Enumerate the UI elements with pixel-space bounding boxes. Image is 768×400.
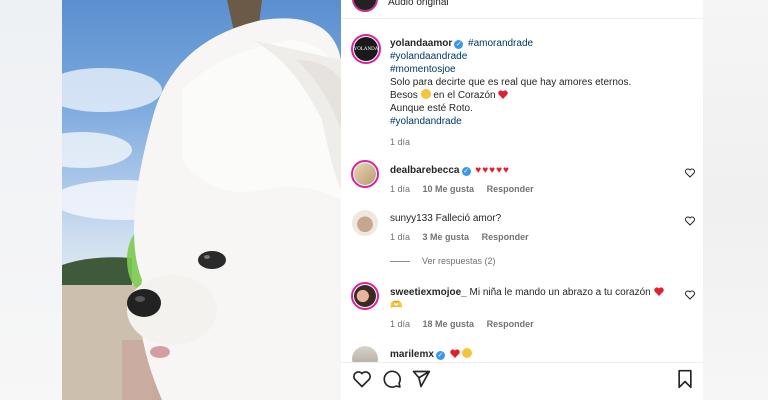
avatar-logo-text: YOLANDA xyxy=(353,46,379,52)
blurred-background-left xyxy=(0,0,62,400)
comment-item: marilemx ✓ xyxy=(390,348,680,361)
view-replies-button[interactable]: Ver respuestas (2) xyxy=(390,256,496,266)
comment-likes[interactable]: 3 Me gusta xyxy=(423,232,470,242)
reply-button[interactable]: Responder xyxy=(487,319,534,329)
comment-username[interactable]: marilemx xyxy=(390,349,434,360)
caption-line-1: Solo para decirte que es real que hay am… xyxy=(390,77,632,88)
divider-line xyxy=(390,260,410,262)
comment-avatar[interactable] xyxy=(351,160,379,188)
comment-item: dealbarebecca ✓ ♥♥♥♥♥ 1 día 10 Me gusta R… xyxy=(390,164,680,194)
hashtag-amorandrade[interactable]: #amorandrade xyxy=(468,38,533,49)
kiss-emoji-icon xyxy=(420,89,431,99)
red-heart-icon xyxy=(449,349,460,358)
audio-label[interactable]: Audio original xyxy=(388,0,449,8)
comment-likes[interactable]: 18 Me gusta xyxy=(423,319,475,329)
comment-text: Falleció amor? xyxy=(435,213,502,224)
verified-badge-icon: ✓ xyxy=(435,351,445,360)
save-bookmark-icon[interactable] xyxy=(676,369,694,389)
post-time: 1 día xyxy=(390,137,411,147)
comment-username[interactable]: sunyy133 xyxy=(390,213,433,224)
view-replies-label: Ver respuestas (2) xyxy=(422,256,496,266)
caption-line-2b: en el Corazón xyxy=(433,90,496,101)
divider xyxy=(341,18,703,19)
caption-line-2a: Besos xyxy=(390,90,418,101)
hashtag-yolandaandrade[interactable]: #yolandaandrade xyxy=(390,51,467,62)
comment-icon[interactable] xyxy=(382,369,402,389)
caption-line-3: Aunque esté Roto. xyxy=(390,103,473,114)
reply-button[interactable]: Responder xyxy=(482,232,529,242)
like-heart-icon[interactable] xyxy=(352,369,372,389)
blurred-background-right xyxy=(703,0,768,400)
audio-avatar[interactable] xyxy=(352,0,378,12)
post-caption: yolandaamor ✓ #amorandrade #yolandaandrad… xyxy=(390,37,690,147)
hashtag-yolandandrade[interactable]: #yolandandrade xyxy=(390,116,462,127)
comment-likes[interactable]: 10 Me gusta xyxy=(423,184,475,194)
verified-badge-icon: ✓ xyxy=(461,167,471,176)
hands-emoji-icon: 🫶 xyxy=(390,300,403,311)
comment-time: 1 día xyxy=(390,184,411,194)
comment-time: 1 día xyxy=(390,232,411,242)
reply-button[interactable]: Responder xyxy=(487,184,534,194)
raised-hands-emoji-icon xyxy=(462,348,473,358)
verified-badge-icon: ✓ xyxy=(454,40,464,49)
post-media[interactable] xyxy=(62,0,341,400)
like-comment-icon[interactable] xyxy=(685,216,695,226)
action-bar xyxy=(341,362,703,400)
comment-item: sweetiexmojoe_ Mi niña le mando un abraz… xyxy=(390,286,680,329)
comment-item: sunyy133 Falleció amor? 1 día 3 Me gusta… xyxy=(390,212,680,242)
like-comment-icon[interactable] xyxy=(685,290,695,300)
hearts-emoji-icon: ♥♥♥♥♥ xyxy=(475,165,510,176)
post-detail-panel: Audio original YOLANDA yolandaamor ✓ #amo… xyxy=(341,0,703,400)
comment-time: 1 día xyxy=(390,319,411,329)
post-author-avatar[interactable]: YOLANDA xyxy=(351,34,381,64)
comment-username[interactable]: sweetiexmojoe_ xyxy=(390,287,467,298)
comment-avatar[interactable] xyxy=(352,210,378,236)
like-comment-icon[interactable] xyxy=(685,168,695,178)
audio-header: Audio original xyxy=(341,0,703,16)
comment-username[interactable]: dealbarebecca xyxy=(390,165,460,176)
dog-photo xyxy=(62,0,341,400)
red-heart-icon xyxy=(653,287,664,296)
comment-text: Mi niña le mando un abrazo a tu corazón xyxy=(469,287,651,298)
share-icon[interactable] xyxy=(411,369,431,389)
red-heart-icon xyxy=(498,90,509,99)
hashtag-momentosjoe[interactable]: #momentosjoe xyxy=(390,64,456,75)
comment-avatar[interactable] xyxy=(351,282,379,310)
post-author-username[interactable]: yolandaamor xyxy=(390,38,452,49)
